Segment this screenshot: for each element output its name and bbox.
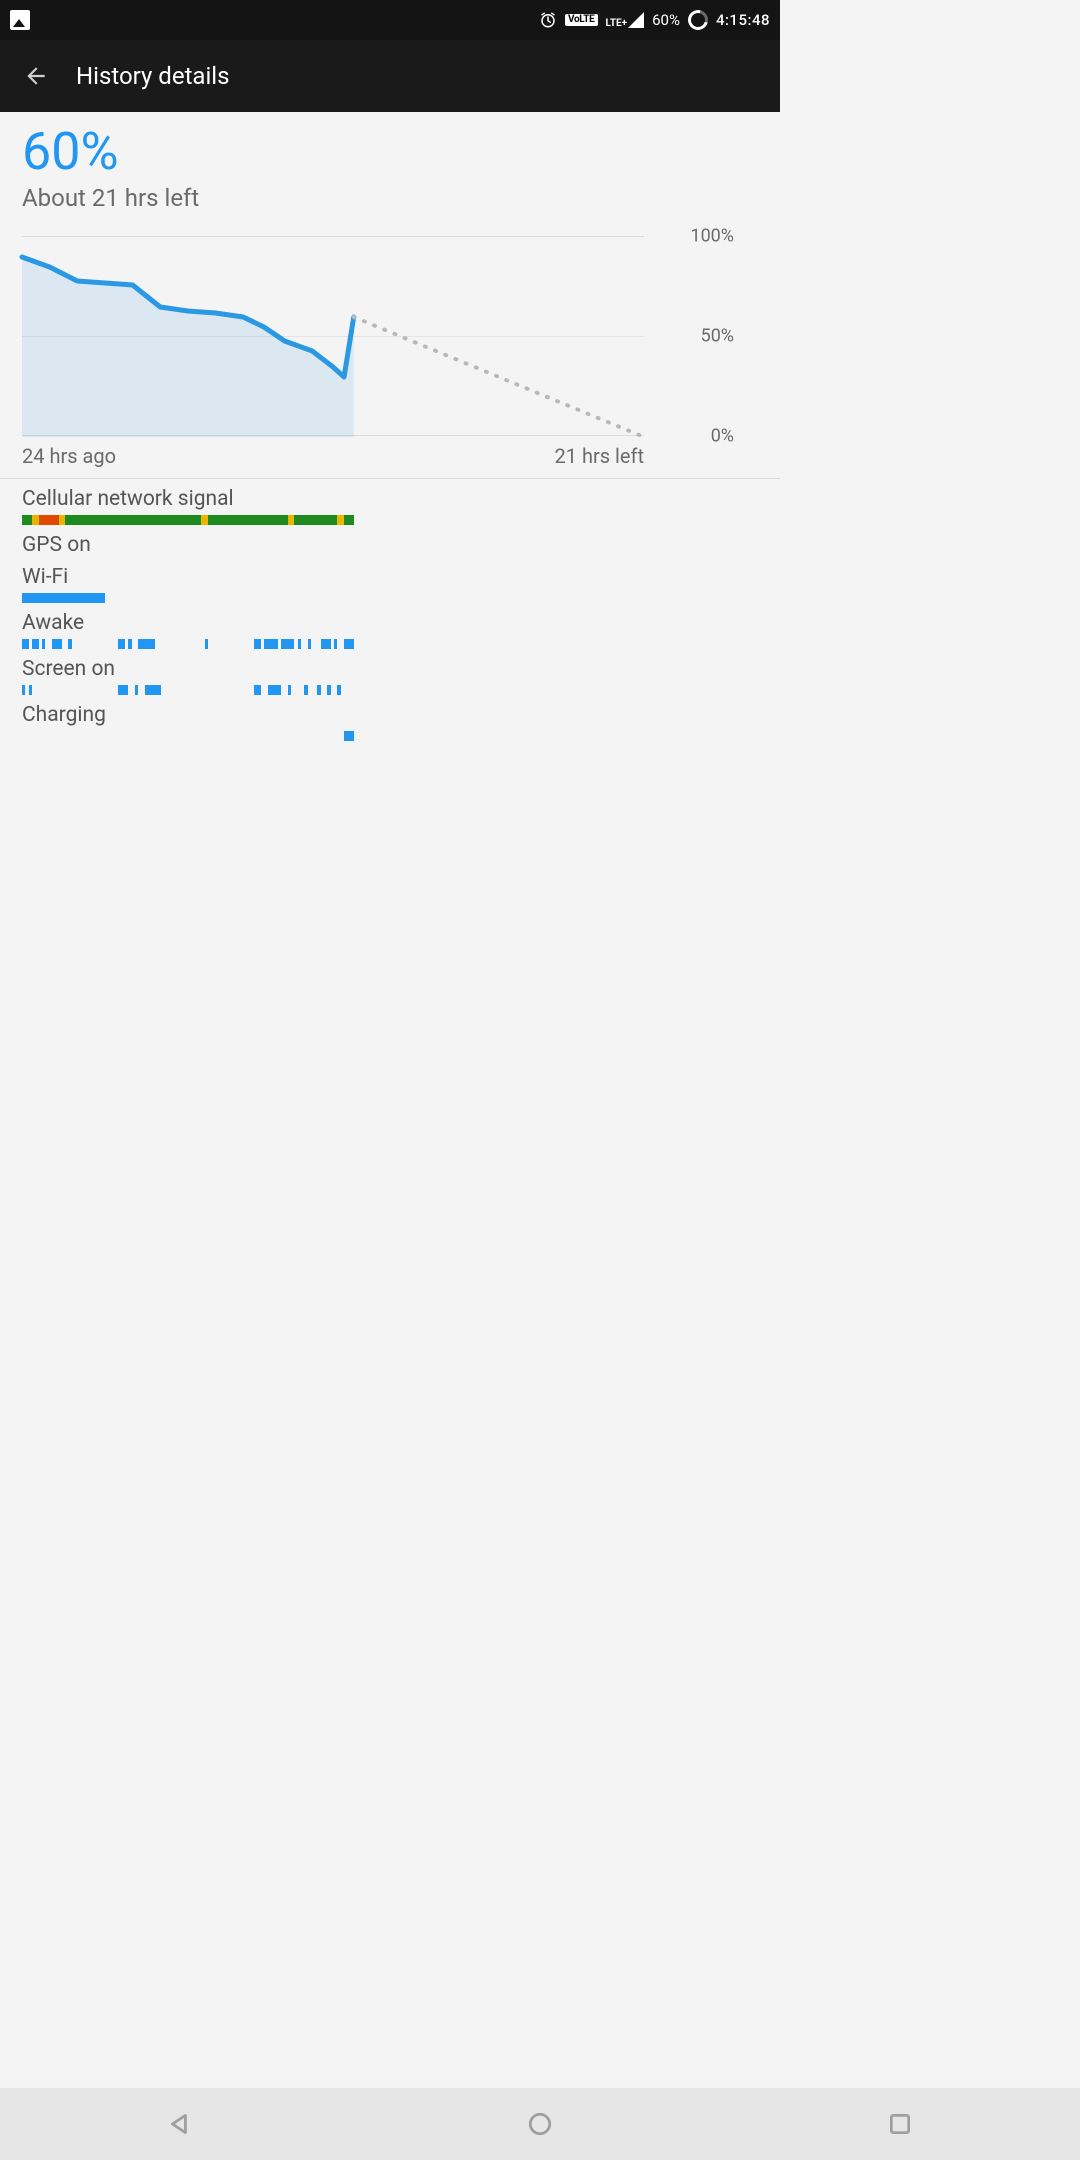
battery-percent-label: 60% <box>652 11 680 29</box>
alarm-icon <box>539 11 557 29</box>
divider <box>0 478 780 479</box>
battery-percentage: 60% <box>22 126 758 178</box>
triangle-back-icon <box>167 2111 193 2137</box>
battery-chart: 100% 50% 0% <box>22 236 758 436</box>
timeline-row: Screen on <box>22 657 758 695</box>
content-area: 60% About 21 hrs left 100% 50% 0% 24 hrs… <box>0 112 780 741</box>
timeline-label: Screen on <box>22 657 758 681</box>
back-button[interactable] <box>12 52 60 100</box>
x-tick-start: 24 hrs ago <box>22 444 116 468</box>
timeline-row: Cellular network signal <box>22 487 758 525</box>
chart-x-axis: 24 hrs ago 21 hrs left <box>22 444 644 468</box>
timeline-row: Charging <box>22 703 758 741</box>
timeline-row: GPS on <box>22 533 758 557</box>
navigation-bar <box>0 2088 1080 2160</box>
timeline-label: Cellular network signal <box>22 487 758 511</box>
timeline-row: Awake <box>22 611 758 649</box>
y-tick-0: 0% <box>711 426 734 447</box>
time-estimate: About 21 hrs left <box>22 184 758 212</box>
timeline-bar <box>22 639 354 649</box>
nav-recent-button[interactable] <box>884 2108 916 2140</box>
circle-home-icon <box>527 2111 553 2137</box>
timeline-row: Wi-Fi <box>22 565 758 603</box>
timeline-bar <box>22 685 354 695</box>
nav-back-button[interactable] <box>164 2108 196 2140</box>
x-tick-end: 21 hrs left <box>555 444 644 468</box>
timeline-label: GPS on <box>22 533 758 557</box>
page-title: History details <box>76 62 230 90</box>
network-type-label: LTE+ <box>606 19 628 28</box>
status-bar: VoLTE LTE+ 60% 4:15:48 <box>0 0 780 40</box>
timeline-label: Wi-Fi <box>22 565 758 589</box>
chart-canvas <box>22 237 644 435</box>
timeline-label: Awake <box>22 611 758 635</box>
timeline-bar <box>22 515 354 525</box>
gallery-icon <box>10 10 30 30</box>
y-tick-100: 100% <box>690 226 734 247</box>
timeline-bar <box>22 593 354 603</box>
volte-icon: VoLTE <box>565 14 598 26</box>
battery-ring-icon <box>684 6 711 33</box>
y-tick-50: 50% <box>701 326 734 347</box>
timeline-label: Charging <box>22 703 758 727</box>
timeline-bar <box>22 731 354 741</box>
clock-label: 4:15:48 <box>716 11 770 29</box>
usage-timelines: Cellular network signal GPS on Wi-Fi Awake S… <box>22 487 758 741</box>
arrow-back-icon <box>23 63 49 89</box>
square-recent-icon <box>887 2111 913 2137</box>
chart-y-axis: 100% 50% 0% <box>644 236 734 436</box>
nav-home-button[interactable] <box>524 2108 556 2140</box>
app-header: History details <box>0 40 780 112</box>
signal-icon <box>628 12 644 28</box>
